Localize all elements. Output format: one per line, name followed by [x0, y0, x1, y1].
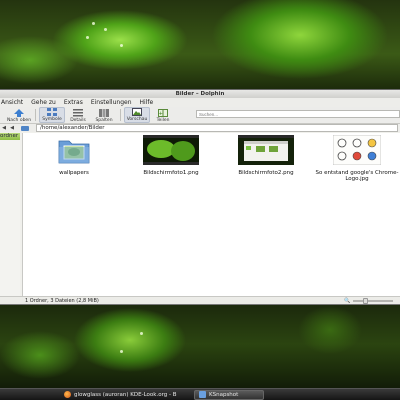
back-button[interactable]: ◀: [0, 125, 8, 132]
icons-view-button[interactable]: Symbole: [39, 107, 65, 123]
home-folder-icon[interactable]: [21, 125, 29, 131]
firefox-icon: [64, 391, 71, 398]
details-view-label: Details: [70, 118, 86, 123]
menu-bar: Ansicht Gehe zu Extras Einstellungen Hil…: [0, 98, 400, 107]
split-button[interactable]: + Teilen: [150, 107, 176, 123]
search-input[interactable]: [196, 110, 400, 118]
file-item-wallpapers[interactable]: wallpapers: [29, 135, 119, 176]
status-text: 1 Ordner, 3 Dateien (2,8 MiB): [25, 298, 99, 304]
up-arrow-icon: [14, 109, 24, 117]
window-title[interactable]: Bilder – Dolphin: [0, 90, 400, 98]
taskbar-item-ksnapshot[interactable]: KSnapshot: [194, 389, 264, 400]
file-name: wallpapers: [59, 170, 89, 176]
file-item-chrome-logo[interactable]: So entstand google's Chrome-Logo.jpg: [313, 134, 400, 182]
toolbar-separator: [35, 109, 36, 121]
zoom-slider-handle[interactable]: [363, 298, 369, 304]
details-view-icon: [73, 109, 83, 117]
menu-einstellungen[interactable]: Einstellungen: [90, 98, 133, 107]
zoom-out-icon[interactable]: 🔍: [344, 297, 350, 305]
taskbar-item-label: KSnapshot: [209, 391, 239, 398]
file-name: Bildschirmfoto2.png: [238, 170, 294, 176]
menu-extras[interactable]: Extras: [63, 98, 84, 107]
preview-button[interactable]: Vorschau: [124, 107, 150, 123]
file-item-bildschirmfoto2[interactable]: Bildschirmfoto2.png: [221, 135, 311, 176]
places-sidebar: ordner: [0, 133, 20, 296]
split-label: Teilen: [156, 118, 170, 123]
wallpaper-bottom-snake: [0, 300, 400, 388]
wallpaper-scale-dot: [104, 28, 107, 31]
wallpaper-scale-dot: [140, 332, 143, 335]
main-area: ordner wallpapers Bildschirmfoto1.png Bi…: [0, 133, 400, 296]
dolphin-window: Bilder – Dolphin Ansicht Gehe zu Extras …: [0, 89, 400, 305]
location-path-field[interactable]: /home/alexander/Bilder: [36, 124, 398, 132]
zoom-control: 🔍: [344, 297, 400, 305]
file-view[interactable]: wallpapers Bildschirmfoto1.png Bildschir…: [22, 133, 400, 296]
ksnapshot-icon: [199, 391, 206, 398]
forward-button[interactable]: ◀: [8, 125, 16, 132]
menu-gehe-zu[interactable]: Gehe zu: [30, 98, 57, 107]
toolbar-separator: [120, 109, 121, 121]
svg-text:+: +: [159, 111, 163, 117]
columns-view-label: Spalten: [95, 118, 113, 123]
taskbar-item-firefox[interactable]: glowglass (auroran) KDE-Look.org - B: [60, 390, 194, 400]
preview-label: Vorschau: [126, 117, 148, 122]
image-thumbnail-icon: [332, 134, 382, 166]
icons-view-icon: [47, 108, 57, 116]
up-button-label: Nach oben: [6, 118, 32, 123]
wallpaper-scale-dot: [120, 44, 123, 47]
wallpaper-scale-dot: [92, 22, 95, 25]
wallpaper-scale-dot: [86, 36, 89, 39]
preview-icon: [132, 108, 142, 116]
file-item-bildschirmfoto1[interactable]: Bildschirmfoto1.png: [126, 135, 216, 176]
zoom-slider[interactable]: [353, 298, 394, 304]
wallpaper-scale-dot: [120, 350, 123, 353]
menu-hilfe[interactable]: Hilfe: [139, 98, 155, 107]
menu-ansicht[interactable]: Ansicht: [0, 98, 24, 107]
split-icon: +: [158, 109, 168, 117]
columns-view-icon: [99, 109, 109, 117]
details-view-button[interactable]: Details: [65, 107, 91, 123]
image-thumbnail-icon: [143, 135, 199, 165]
columns-view-button[interactable]: Spalten: [91, 107, 117, 123]
folder-icon: [58, 140, 90, 164]
taskbar-item-label: glowglass (auroran) KDE-Look.org - B: [74, 391, 177, 398]
file-name: So entstand google's Chrome-Logo.jpg: [315, 170, 399, 182]
main-toolbar: Nach oben Symbole Details Spalten Vorsch…: [0, 107, 400, 124]
taskbar: glowglass (auroran) KDE-Look.org - B KSn…: [0, 388, 400, 400]
sidebar-item-ordner[interactable]: ordner: [0, 133, 20, 140]
image-thumbnail-icon: [238, 135, 294, 165]
wallpaper-top-snake: [0, 0, 400, 90]
location-bar: ◀ ◀ /home/alexander/Bilder: [0, 124, 400, 132]
status-bar: 1 Ordner, 3 Dateien (2,8 MiB) 🔍: [0, 296, 400, 304]
file-name: Bildschirmfoto1.png: [143, 170, 199, 176]
icons-view-label: Symbole: [42, 117, 62, 122]
up-button[interactable]: Nach oben: [6, 107, 32, 123]
